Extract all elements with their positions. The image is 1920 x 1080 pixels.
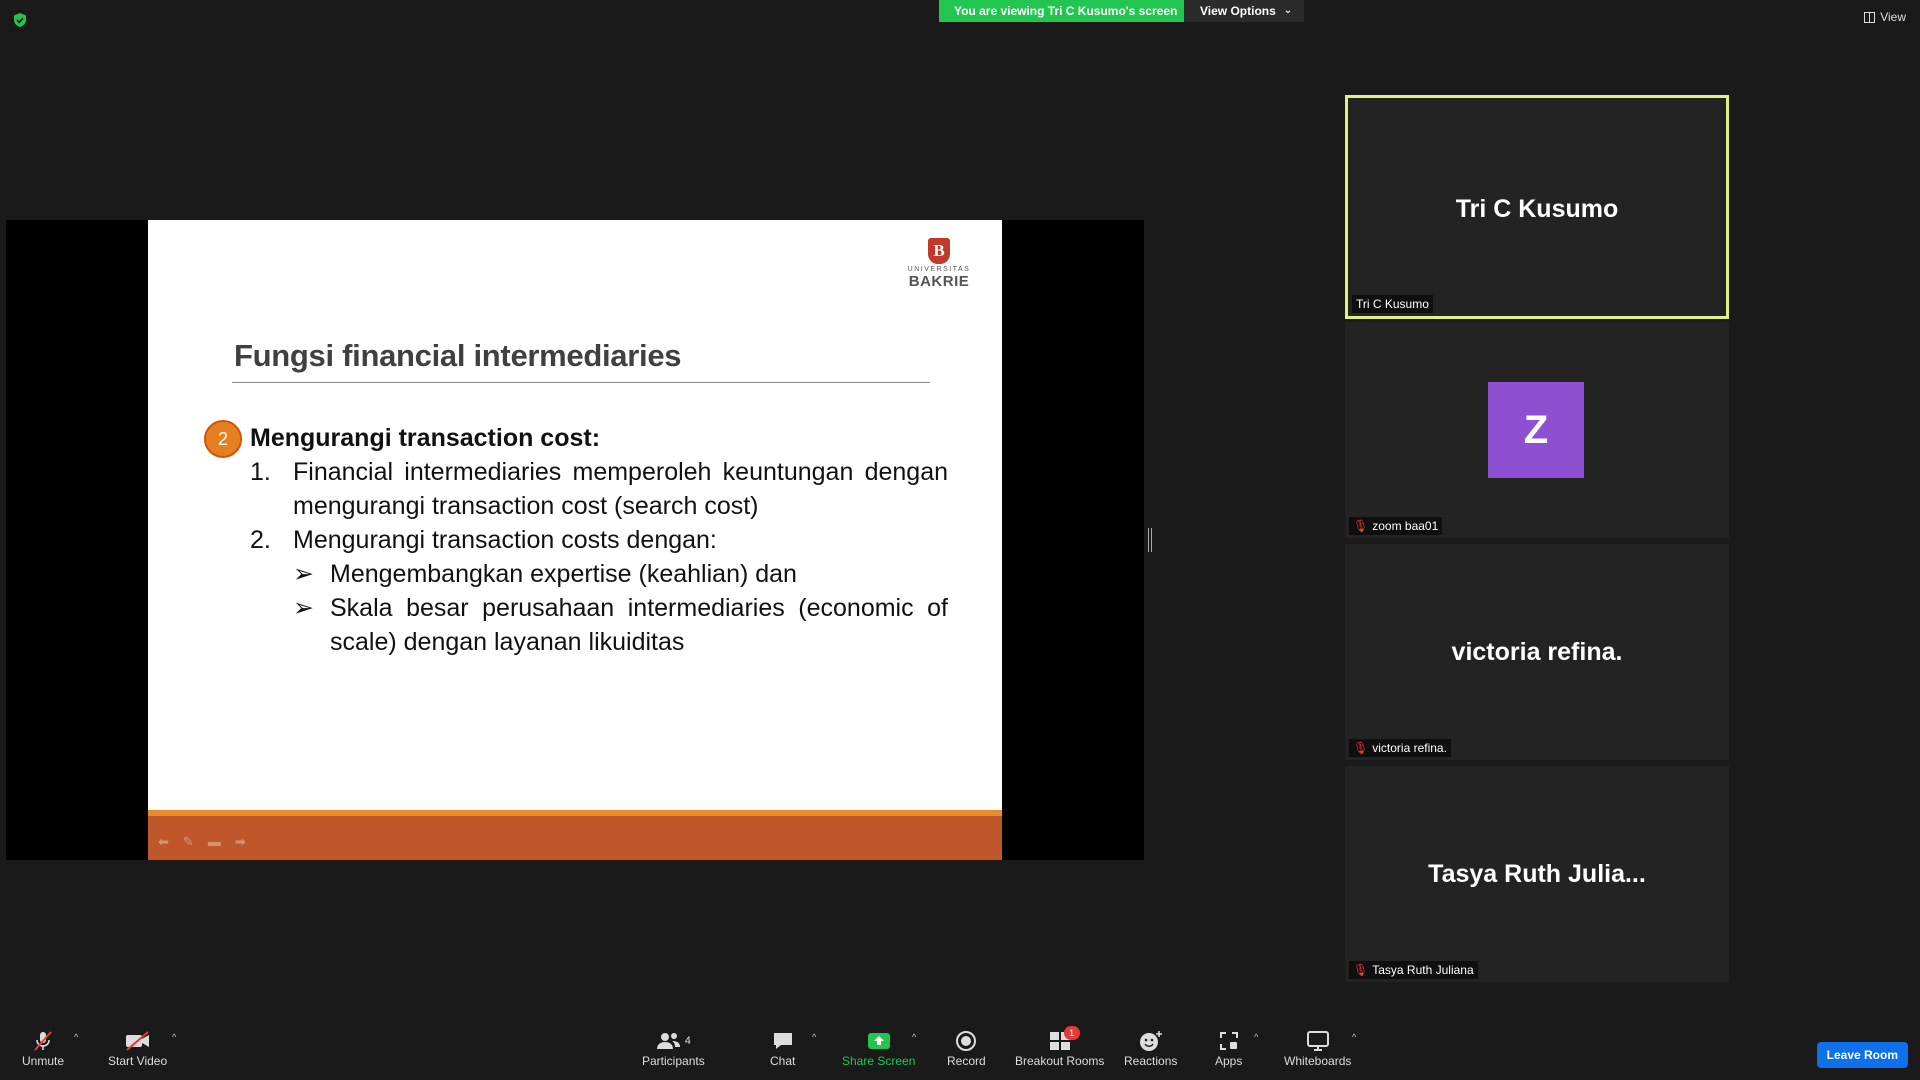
- participant-name-label: 🎙︎ Tasya Ruth Juliana: [1349, 961, 1478, 979]
- title-divider: [232, 382, 930, 383]
- arrow-bullet-icon: ➢: [293, 560, 314, 588]
- list-number: 2.: [250, 526, 271, 554]
- participant-name-label: 🎙︎ victoria refina.: [1349, 739, 1451, 757]
- avatar: Z: [1488, 382, 1584, 478]
- chevron-down-icon: ⌄: [1283, 5, 1293, 16]
- pen-icon[interactable]: ✎: [183, 834, 194, 850]
- breakout-rooms-icon: 1: [1048, 1026, 1080, 1054]
- reactions-label: Reactions: [1124, 1054, 1178, 1068]
- list-number: 1.: [250, 458, 271, 486]
- slide-title: Fungsi financial intermediaries: [234, 338, 682, 373]
- participant-name-label: 🎙︎ zoom baa01: [1349, 517, 1443, 535]
- slide-controls: ⬅ ✎ ▬ ➡: [158, 834, 246, 850]
- back-arrow-icon[interactable]: ⬅: [158, 834, 169, 850]
- presentation-slide: B UNIVERSITAS BAKRIE Fungsi financial in…: [148, 220, 1002, 860]
- sub-list-text: Skala besar perusahaan intermediaries (e…: [330, 594, 948, 656]
- view-layout-button[interactable]: View: [1864, 10, 1906, 24]
- sub-list-text: Mengembangkan expertise (keahlian) dan: [330, 560, 797, 588]
- participant-tile[interactable]: Tasya Ruth Julia... 🎙︎ Tasya Ruth Julian…: [1345, 766, 1729, 982]
- list-text: Mengurangi transaction costs dengan:: [293, 526, 717, 554]
- breakout-rooms-label: Breakout Rooms: [1015, 1054, 1105, 1068]
- sub-list-item: ➢ Mengembangkan expertise (keahlian) dan: [250, 557, 948, 591]
- list-text: Financial intermediaries memperoleh keun…: [293, 458, 948, 520]
- share-screen-button[interactable]: Share Screen: [842, 1028, 915, 1068]
- participant-name: Tri C Kusumo: [1356, 297, 1429, 311]
- participant-tile-active-speaker[interactable]: Tri C Kusumo Tri C Kusumo: [1345, 95, 1729, 319]
- sub-list-item: ➢ Skala besar perusahaan intermediaries …: [250, 591, 948, 659]
- participant-name: Tasya Ruth Juliana: [1372, 963, 1474, 977]
- record-button[interactable]: Record: [947, 1028, 986, 1068]
- unmute-button[interactable]: Unmute: [22, 1028, 64, 1068]
- chat-bubble-icon: [771, 1028, 795, 1054]
- mic-muted-icon: 🎙︎: [1353, 741, 1369, 755]
- zoom-meeting-window: You are viewing Tri C Kusumo's screen Vi…: [0, 0, 1920, 1080]
- share-screen-icon: [866, 1028, 892, 1054]
- breakout-rooms-button[interactable]: 1 Breakout Rooms: [1015, 1026, 1105, 1068]
- participant-tile[interactable]: Z 🎙︎ zoom baa01: [1345, 322, 1729, 538]
- whiteboards-options-caret-icon[interactable]: ^: [1352, 1032, 1356, 1042]
- apps-icon: [1217, 1028, 1241, 1054]
- arrow-bullet-icon: ➢: [293, 594, 314, 622]
- security-shield-icon[interactable]: [12, 12, 28, 28]
- number-badge: 2: [204, 420, 242, 458]
- logo-big-text: BAKRIE: [908, 273, 970, 290]
- layout-grid-icon: [1864, 11, 1876, 23]
- reactions-button[interactable]: Reactions: [1124, 1028, 1177, 1068]
- screen-share-banner: You are viewing Tri C Kusumo's screen Vi…: [939, 0, 1304, 22]
- university-logo: B UNIVERSITAS BAKRIE: [904, 238, 974, 290]
- apps-label: Apps: [1215, 1054, 1243, 1068]
- breakout-badge: 1: [1063, 1026, 1080, 1040]
- share-options-caret-icon[interactable]: ^: [912, 1032, 916, 1042]
- record-icon: [954, 1028, 978, 1054]
- apps-options-caret-icon[interactable]: ^: [1254, 1032, 1258, 1042]
- participant-name: victoria refina.: [1372, 741, 1447, 755]
- chat-options-caret-icon[interactable]: ^: [812, 1032, 816, 1042]
- chat-button[interactable]: Chat: [770, 1028, 795, 1068]
- start-video-button[interactable]: Start Video: [108, 1028, 167, 1068]
- list-item: 1. Financial intermediaries memperoleh k…: [250, 455, 948, 523]
- video-off-icon: [124, 1028, 152, 1054]
- apps-button[interactable]: Apps: [1215, 1028, 1242, 1068]
- participant-display-name: Tasya Ruth Julia...: [1428, 860, 1646, 888]
- viewing-screen-text: You are viewing Tri C Kusumo's screen: [939, 0, 1184, 22]
- forward-arrow-icon[interactable]: ➡: [235, 834, 246, 850]
- resize-handle[interactable]: [1148, 528, 1152, 552]
- participant-name: zoom baa01: [1372, 519, 1439, 533]
- view-options-button[interactable]: View Options ⌄: [1184, 0, 1304, 22]
- record-label: Record: [947, 1054, 986, 1068]
- mic-muted-icon: 🎙︎: [1353, 963, 1369, 977]
- participant-tile[interactable]: victoria refina. 🎙︎ victoria refina.: [1345, 544, 1729, 760]
- slide-footer-bar: [148, 810, 1002, 860]
- participants-label: Participants: [642, 1054, 705, 1068]
- audio-options-caret-icon[interactable]: ^: [74, 1032, 78, 1042]
- whiteboards-label: Whiteboards: [1284, 1054, 1352, 1068]
- slide-heading: Mengurangi transaction cost:: [250, 424, 601, 452]
- meeting-toolbar: Unmute ^ Start Video ^ 4 Participants Ch…: [0, 1020, 1920, 1080]
- whiteboards-button[interactable]: Whiteboards: [1284, 1028, 1351, 1068]
- microphone-muted-icon: [31, 1028, 55, 1054]
- share-screen-label: Share Screen: [842, 1054, 916, 1068]
- view-options-label: View Options: [1200, 4, 1276, 18]
- leave-room-button[interactable]: Leave Room: [1816, 1042, 1908, 1068]
- list-item: 2. Mengurangi transaction costs dengan:: [250, 523, 948, 557]
- university-crest-icon: B: [928, 238, 950, 264]
- start-video-label: Start Video: [108, 1054, 168, 1068]
- participant-display-name: Tri C Kusumo: [1455, 195, 1619, 223]
- menu-icon[interactable]: ▬: [208, 834, 221, 850]
- participants-count: 4: [684, 1035, 691, 1047]
- unmute-label: Unmute: [22, 1054, 65, 1068]
- smiley-plus-icon: [1138, 1028, 1164, 1054]
- mic-muted-icon: 🎙︎: [1353, 519, 1369, 533]
- participants-icon: 4: [656, 1028, 691, 1054]
- video-options-caret-icon[interactable]: ^: [172, 1032, 176, 1042]
- participant-display-name: victoria refina.: [1451, 638, 1623, 666]
- chat-label: Chat: [770, 1054, 796, 1068]
- view-layout-label: View: [1880, 10, 1906, 24]
- shared-screen: B UNIVERSITAS BAKRIE Fungsi financial in…: [6, 220, 1144, 860]
- participant-name-label: Tri C Kusumo: [1352, 295, 1433, 313]
- slide-body: Mengurangi transaction cost: 1. Financia…: [250, 421, 948, 659]
- whiteboard-icon: [1305, 1028, 1331, 1054]
- participants-button[interactable]: 4 Participants: [642, 1028, 705, 1068]
